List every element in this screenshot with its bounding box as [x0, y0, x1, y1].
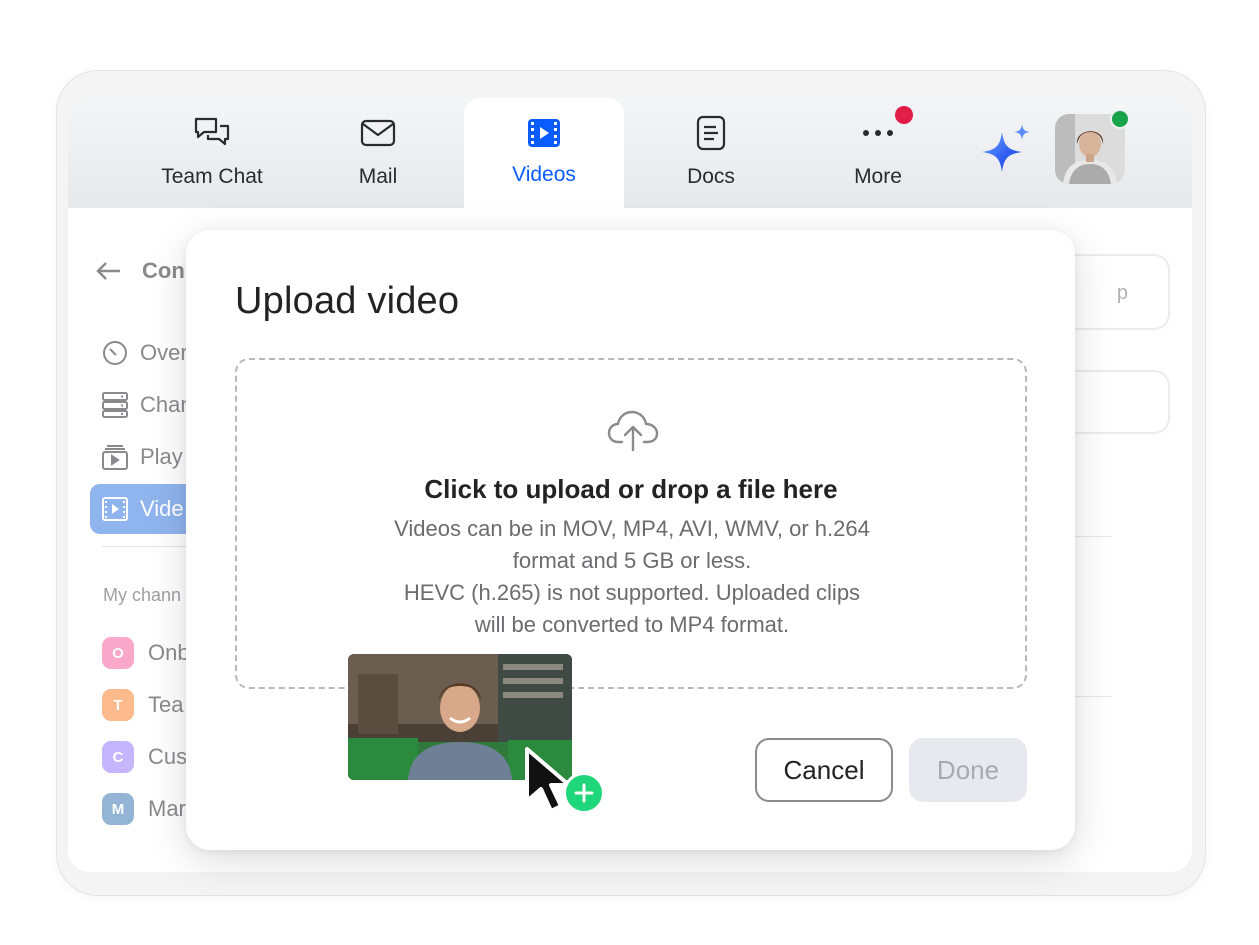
tab-docs[interactable]: Docs — [631, 98, 791, 208]
channel-label: Tea — [148, 692, 184, 717]
channel-label: Cus — [148, 744, 188, 769]
background-field-text: p — [1116, 282, 1128, 304]
top-navigation-bar: Team Chat Mail Videos Docs More — [68, 98, 1192, 208]
dropzone-description: Videos can be in MOV, MP4, AVI, WMV, or … — [337, 513, 927, 641]
document-icon — [696, 113, 726, 153]
upload-video-dialog: Upload video Click to upload or drop a f… — [186, 230, 1075, 850]
channel-label: Onb — [148, 640, 190, 665]
tab-videos[interactable]: Videos — [464, 98, 624, 208]
envelope-icon — [360, 113, 396, 153]
tab-team-chat[interactable]: Team Chat — [132, 98, 292, 208]
tab-label: Mail — [358, 165, 398, 188]
dropzone-description-line: format and 5 GB or less. — [512, 548, 752, 573]
channel-initial-badge: T — [102, 689, 134, 721]
channel-initial-badge: M — [102, 793, 134, 825]
dropzone-description-line: HEVC (h.265) is not supported. Uploaded … — [403, 580, 861, 605]
add-file-icon — [563, 772, 605, 814]
film-icon — [102, 497, 128, 521]
notification-dot — [895, 106, 913, 124]
online-status-indicator — [1110, 109, 1130, 129]
channel-label: Mar — [148, 796, 186, 821]
back-label: Con — [142, 258, 185, 283]
done-button[interactable]: Done — [909, 738, 1027, 802]
channel-initial-badge: C — [102, 741, 134, 773]
tab-label: Team Chat — [161, 165, 263, 188]
more-dots-icon — [862, 113, 894, 153]
channel-item[interactable]: C Cus — [102, 741, 187, 773]
playlist-icon — [102, 445, 128, 470]
tab-label: Docs — [687, 165, 735, 188]
back-navigation[interactable]: Con — [96, 258, 185, 284]
server-list-icon — [102, 392, 128, 418]
cancel-button[interactable]: Cancel — [755, 738, 893, 802]
film-icon — [527, 113, 561, 153]
dropzone-title: Click to upload or drop a file here — [424, 474, 838, 504]
sidebar-item-label: Play — [140, 444, 183, 469]
tab-label: Videos — [512, 163, 576, 186]
sidebar-item-label: Chan — [140, 392, 193, 417]
cloud-upload-icon — [607, 410, 659, 452]
upload-dropzone[interactable]: Click to upload or drop a file here Vide… — [235, 358, 1027, 689]
tab-mail[interactable]: Mail — [298, 98, 458, 208]
tab-more[interactable]: More — [798, 98, 958, 208]
chat-bubbles-icon — [193, 113, 231, 153]
dropzone-description-line: Videos can be in MOV, MP4, AVI, WMV, or … — [394, 516, 870, 541]
channel-initial-badge: O — [102, 637, 134, 669]
section-label-my-channels: My chann — [103, 585, 182, 605]
tab-label: More — [854, 165, 902, 188]
sidebar-item-label: Over — [140, 340, 188, 365]
dropzone-description-line: will be converted to MP4 format. — [474, 612, 790, 637]
channel-item[interactable]: M Mar — [102, 793, 186, 825]
arrow-left-icon — [96, 262, 120, 280]
ai-sparkle-icon[interactable] — [978, 124, 1034, 176]
sidebar-item-label: Vide — [140, 496, 184, 521]
channel-item[interactable]: O Onb — [102, 637, 190, 669]
gauge-icon — [103, 341, 127, 365]
dialog-title: Upload video — [235, 280, 460, 322]
channel-item[interactable]: T Tea — [102, 689, 183, 721]
